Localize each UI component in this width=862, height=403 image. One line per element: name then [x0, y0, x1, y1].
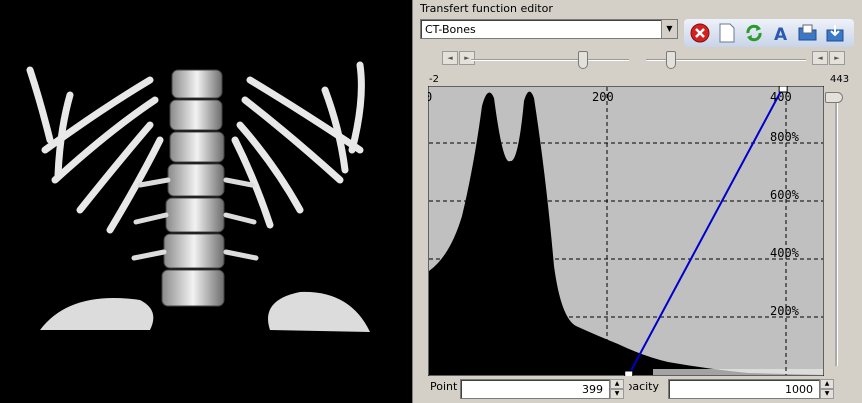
window-level-thumb[interactable]	[578, 51, 588, 69]
y-tick-label: 200%	[770, 304, 800, 318]
step-right-icon[interactable]: ►	[459, 51, 475, 65]
preset-dropdown[interactable]: CT-Bones ▼	[420, 19, 678, 39]
open-folder-icon[interactable]	[796, 21, 820, 45]
step-left-icon[interactable]: ◄	[812, 51, 828, 65]
save-icon[interactable]	[823, 21, 847, 45]
point-value: 399	[582, 383, 603, 396]
vertical-range-track[interactable]	[835, 98, 838, 366]
opacity-gradient-strip	[653, 369, 823, 375]
point-label: Point	[430, 380, 458, 393]
range-min-label: -2	[429, 74, 439, 85]
opacity-spinbox[interactable]: 1000 ▲ ▼	[668, 379, 834, 399]
chevron-down-icon[interactable]: ▼	[661, 20, 677, 38]
control-point[interactable]	[778, 86, 788, 93]
control-point[interactable]	[624, 370, 634, 376]
window-level-track[interactable]	[471, 59, 629, 61]
x-tick-label: 0	[428, 90, 432, 104]
step-right-icon[interactable]: ►	[829, 51, 845, 65]
svg-text:A: A	[774, 25, 788, 43]
left-slider-steps: ◄ ►	[442, 51, 475, 65]
opacity-value: 1000	[785, 383, 813, 396]
opacity-spin-buttons[interactable]: ▲ ▼	[820, 379, 834, 399]
new-file-icon[interactable]	[715, 21, 739, 45]
window-width-thumb[interactable]	[666, 51, 676, 69]
right-slider-steps: ◄ ►	[812, 51, 845, 65]
volume-render-image	[26, 61, 370, 332]
point-spin-buttons[interactable]: ▲ ▼	[610, 379, 624, 399]
volume-render-viewport[interactable]	[0, 0, 412, 403]
x-tick-label: 200	[592, 90, 614, 104]
vertical-range-thumb[interactable]	[825, 92, 843, 103]
y-tick-label: 600%	[770, 188, 800, 202]
y-tick-label: 800%	[770, 130, 800, 144]
opacity-label: Opacity	[629, 380, 659, 393]
text-a-icon[interactable]: A	[769, 21, 793, 45]
preset-selected-value: CT-Bones	[425, 23, 476, 36]
range-max-label: 443	[830, 74, 850, 85]
panel-title: Transfert function editor	[420, 2, 553, 15]
editor-toolbar: A	[684, 19, 854, 47]
transfer-function-graph[interactable]: 0 200 400 800% 600% 400% 200%	[428, 86, 824, 376]
transfer-function-editor-panel: Transfert function editor CT-Bones ▼ A ◄…	[416, 0, 862, 403]
point-spinbox[interactable]: 399 ▲ ▼	[460, 379, 624, 399]
delete-icon[interactable]	[688, 21, 712, 45]
step-left-icon[interactable]: ◄	[442, 51, 458, 65]
y-tick-label: 400%	[770, 246, 800, 260]
refresh-icon[interactable]	[742, 21, 766, 45]
